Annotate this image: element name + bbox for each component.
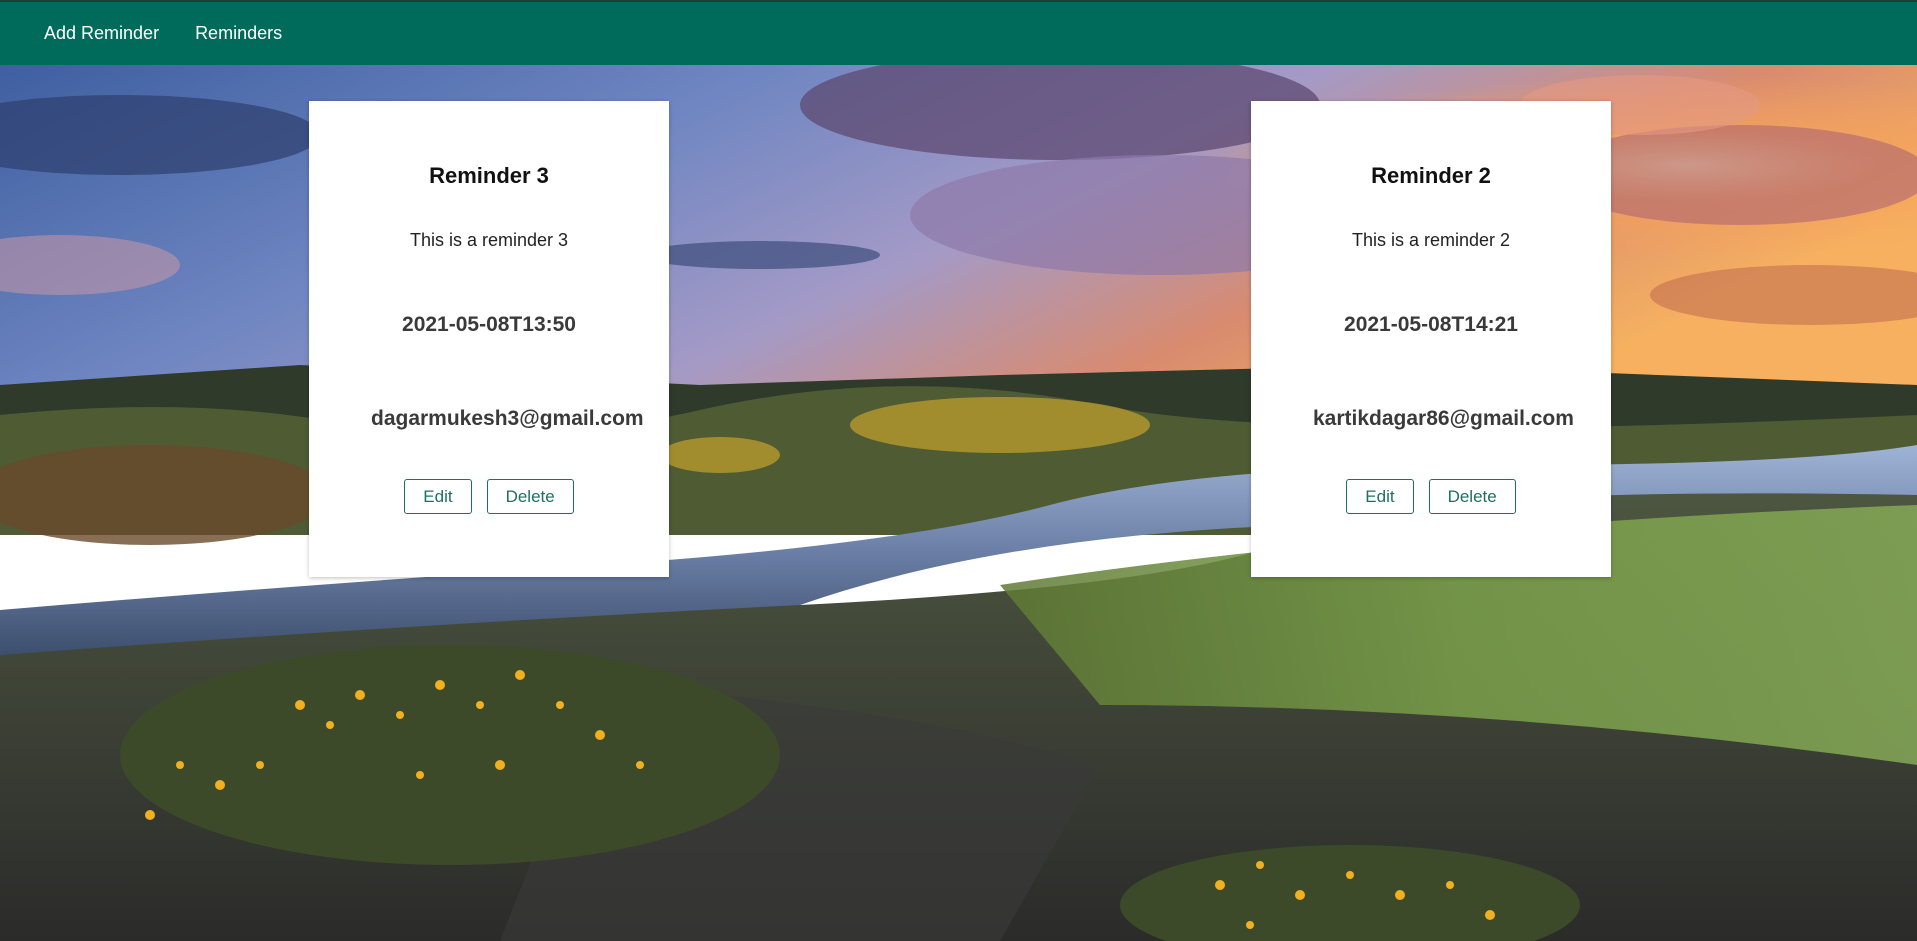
top-navbar: Add Reminder Reminders: [0, 0, 1917, 65]
reminder-description: This is a reminder 2: [1351, 230, 1511, 250]
delete-button[interactable]: Delete: [1428, 479, 1516, 514]
reminder-datetime: 2021-05-08T14:21: [1344, 313, 1518, 336]
reminder-description: This is a reminder 3: [409, 230, 569, 250]
reminder-title: Reminder 3: [429, 163, 549, 188]
reminder-actions: Edit Delete: [1251, 479, 1611, 514]
reminder-datetime: 2021-05-08T13:50: [402, 313, 576, 336]
landscape-background-image: [0, 65, 1917, 941]
reminder-title: Reminder 2: [1371, 163, 1491, 188]
edit-button[interactable]: Edit: [1346, 479, 1414, 514]
delete-button[interactable]: Delete: [486, 479, 574, 514]
reminder-card: Reminder 3 This is a reminder 3 2021-05-…: [309, 101, 669, 577]
reminder-actions: Edit Delete: [309, 479, 669, 514]
edit-button[interactable]: Edit: [404, 479, 472, 514]
reminder-card: Reminder 2 This is a reminder 2 2021-05-…: [1251, 101, 1611, 577]
nav-reminders-link[interactable]: Reminders: [195, 23, 282, 44]
reminder-email: kartikdagar86@gmail.com: [1313, 407, 1574, 430]
reminder-email: dagarmukesh3@gmail.com: [371, 407, 644, 430]
nav-add-reminder-link[interactable]: Add Reminder: [44, 23, 159, 44]
